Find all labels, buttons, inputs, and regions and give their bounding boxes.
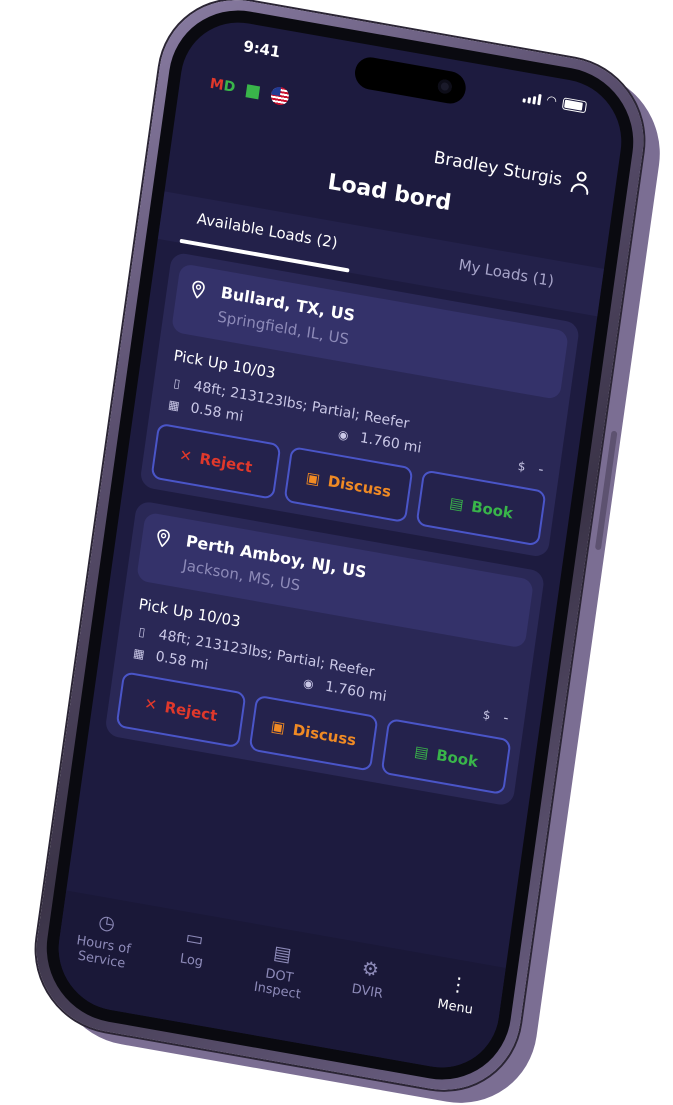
log-icon: ▭ — [184, 926, 205, 951]
reject-button[interactable]: ✕ Reject — [115, 671, 247, 749]
battery-icon — [561, 97, 588, 114]
discuss-button[interactable]: ▣ Discuss — [283, 446, 414, 524]
distance-a: 0.58 mi — [189, 400, 245, 426]
clipboard-check-icon: ▤ — [448, 493, 465, 514]
distance-b: 1.760 mi — [324, 678, 388, 706]
location-pin-icon — [155, 528, 171, 548]
rate: $ - — [514, 457, 545, 478]
chat-icon: ▣ — [269, 716, 287, 738]
dynamic-island — [352, 54, 468, 107]
nav-hours-of-service[interactable]: ◷ Hours of Service — [63, 907, 139, 1013]
nav-dot-inspect[interactable]: ▤ DOT Inspect — [239, 938, 315, 1044]
signal-icon — [521, 91, 542, 106]
book-button[interactable]: ▤ Book — [415, 469, 547, 547]
app-screen: 9:41 ◠ MD ■ Bradley Sturgis Load bord Av… — [50, 13, 630, 1077]
stopwatch-icon: ◷ — [97, 910, 117, 936]
rate: $ - — [479, 706, 510, 727]
clipboard-icon: ▤ — [272, 941, 293, 967]
gear-icon: ⚙ — [360, 957, 381, 982]
status-time: 9:41 — [242, 37, 282, 62]
us-flag-icon — [269, 85, 290, 107]
map-icon: ▦ — [132, 645, 146, 662]
x-icon: ✕ — [178, 445, 194, 466]
nav-menu[interactable]: ⋮ Menu — [415, 969, 491, 1075]
nav-dvir[interactable]: ⚙ DVIR — [327, 953, 403, 1059]
reject-button[interactable]: ✕ Reject — [150, 422, 282, 500]
clipboard-check-icon: ▤ — [413, 742, 430, 763]
trailer-icon: ▯ — [172, 375, 182, 391]
phone-mockup: 9:41 ◠ MD ■ Bradley Sturgis Load bord Av… — [26, 0, 654, 1103]
nav-log[interactable]: ▭ Log — [151, 922, 227, 1028]
wifi-icon: ◠ — [545, 92, 558, 109]
dollar-icon: $ — [516, 458, 527, 475]
load-list: Bullard, TX, US Springfield, IL, US Pick… — [102, 251, 581, 821]
book-button[interactable]: ▤ Book — [380, 717, 512, 796]
tab-my-loads[interactable]: My Loads (1) — [458, 256, 556, 291]
dollar-icon: $ — [481, 707, 492, 723]
user-name: Bradley Sturgis — [432, 147, 564, 191]
distance-a: 0.58 mi — [154, 648, 210, 674]
rate-value: - — [502, 710, 510, 727]
pin-small-icon: ◉ — [337, 427, 350, 443]
discuss-button[interactable]: ▣ Discuss — [248, 694, 379, 772]
chat-icon: ▣ — [304, 468, 322, 489]
pin-small-icon: ◉ — [302, 675, 315, 692]
user-icon — [570, 170, 591, 197]
location-pin-icon — [190, 279, 206, 299]
user-profile[interactable]: Bradley Sturgis — [432, 146, 591, 197]
distance-b: 1.760 mi — [358, 430, 423, 457]
md-badge: MD — [208, 75, 237, 97]
map-icon: ▦ — [167, 397, 181, 414]
system-icons: ◠ — [521, 88, 588, 114]
truck-icon: ■ — [243, 79, 263, 103]
menu-icon: ⋮ — [447, 972, 470, 998]
rate-value: - — [537, 461, 545, 479]
status-badges: MD ■ — [209, 74, 290, 108]
x-icon: ✕ — [143, 694, 159, 715]
trailer-icon: ▯ — [137, 624, 147, 640]
